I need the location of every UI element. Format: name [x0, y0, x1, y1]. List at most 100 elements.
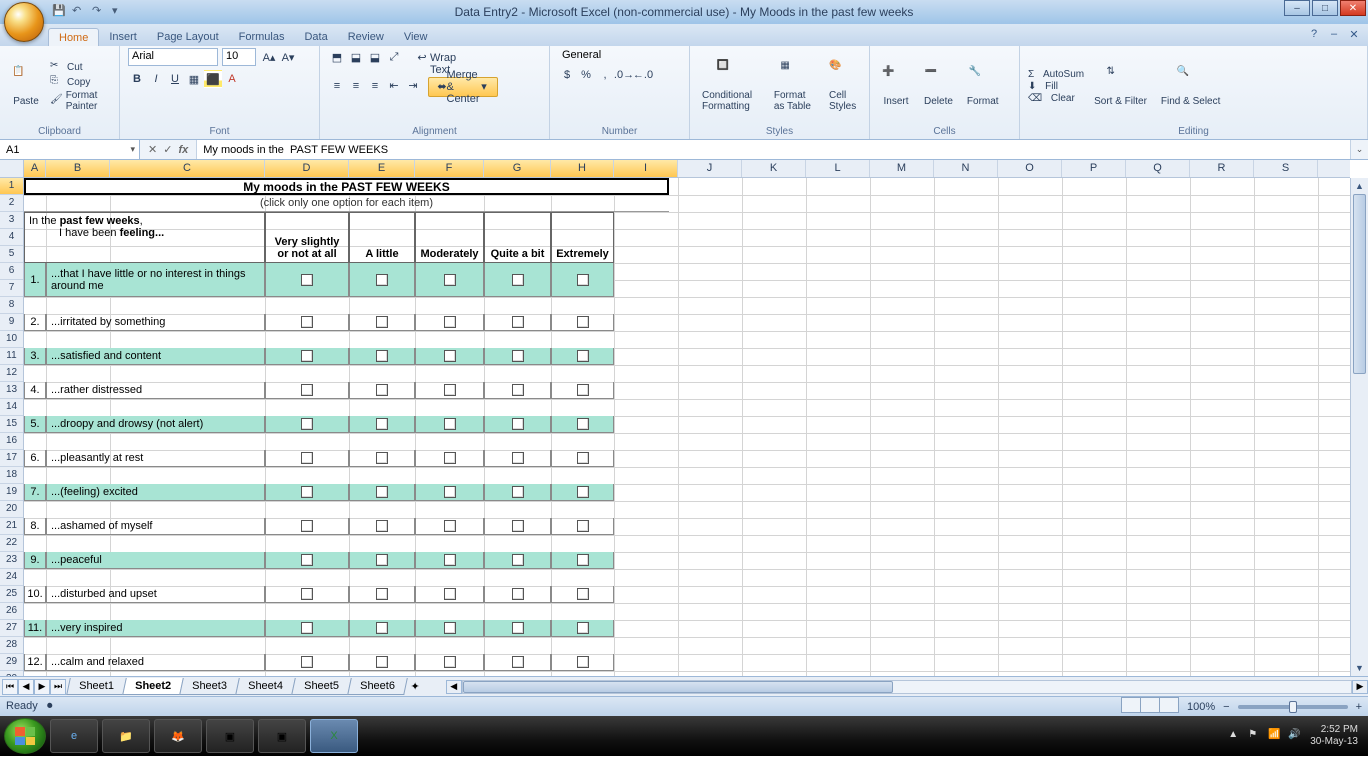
- close-button[interactable]: ✕: [1340, 0, 1366, 16]
- row-header[interactable]: 22: [0, 535, 23, 552]
- question-text[interactable]: ...irritated by something: [46, 314, 265, 331]
- checkbox[interactable]: [444, 588, 456, 600]
- autosum-button[interactable]: Σ AutoSum: [1028, 69, 1084, 80]
- column-header[interactable]: M: [870, 160, 934, 177]
- question-text[interactable]: ...satisfied and content: [46, 348, 265, 365]
- option-cell[interactable]: [349, 654, 415, 671]
- checkbox[interactable]: [376, 622, 388, 634]
- checkbox[interactable]: [577, 274, 589, 286]
- option-cell[interactable]: [265, 654, 349, 671]
- clock[interactable]: 2:52 PM30-May-13: [1310, 724, 1358, 748]
- row-header[interactable]: 29: [0, 654, 23, 671]
- row-header[interactable]: 27: [0, 620, 23, 637]
- formula-input[interactable]: [197, 140, 1350, 159]
- question-text[interactable]: ...calm and relaxed: [46, 654, 265, 671]
- option-cell[interactable]: [551, 654, 614, 671]
- checkbox[interactable]: [301, 588, 313, 600]
- delete-cells-button[interactable]: ➖Delete: [920, 64, 957, 109]
- scale-header[interactable]: A little: [349, 212, 415, 263]
- scroll-down-icon[interactable]: ▼: [1351, 660, 1368, 676]
- option-cell[interactable]: [415, 450, 484, 467]
- question-text[interactable]: ...droopy and drowsy (not alert): [46, 416, 265, 433]
- font-name-select[interactable]: Arial: [128, 48, 218, 66]
- question-text[interactable]: ...rather distressed: [46, 382, 265, 399]
- checkbox[interactable]: [512, 418, 524, 430]
- question-text[interactable]: ...peaceful: [46, 552, 265, 569]
- question-number[interactable]: 3.: [24, 348, 46, 365]
- checkbox[interactable]: [301, 554, 313, 566]
- checkbox[interactable]: [376, 418, 388, 430]
- checkbox[interactable]: [577, 350, 589, 362]
- column-header[interactable]: S: [1254, 160, 1318, 177]
- insert-function-icon[interactable]: fx: [178, 144, 188, 156]
- option-cell[interactable]: [349, 416, 415, 433]
- option-cell[interactable]: [484, 348, 551, 365]
- option-cell[interactable]: [265, 416, 349, 433]
- option-cell[interactable]: [484, 314, 551, 331]
- scroll-up-icon[interactable]: ▲: [1351, 178, 1368, 194]
- column-header[interactable]: E: [349, 160, 415, 177]
- scale-header[interactable]: Very slightlyor not at all: [265, 212, 349, 263]
- align-bottom-icon[interactable]: ⬓: [366, 48, 384, 66]
- column-header[interactable]: D: [265, 160, 349, 177]
- shrink-font-icon[interactable]: A▾: [279, 48, 297, 66]
- sheet-tab[interactable]: Sheet6: [347, 678, 407, 695]
- question-text[interactable]: ...that I have little or no interest in …: [46, 263, 265, 297]
- checkbox[interactable]: [376, 316, 388, 328]
- column-header[interactable]: O: [998, 160, 1062, 177]
- redo-icon[interactable]: ↷: [92, 4, 108, 20]
- option-cell[interactable]: [484, 518, 551, 535]
- maximize-button[interactable]: □: [1312, 0, 1338, 16]
- cut-button[interactable]: Cut: [50, 60, 111, 74]
- option-cell[interactable]: [484, 263, 551, 297]
- scroll-thumb[interactable]: [1353, 194, 1366, 374]
- prev-sheet-icon[interactable]: ◀: [18, 679, 34, 695]
- checkbox[interactable]: [512, 622, 524, 634]
- row-header[interactable]: 2: [0, 195, 23, 212]
- fill-color-button[interactable]: ⬛: [204, 70, 222, 88]
- tab-review[interactable]: Review: [338, 28, 394, 46]
- row-header[interactable]: 19: [0, 484, 23, 501]
- tab-insert[interactable]: Insert: [99, 28, 147, 46]
- scale-header[interactable]: Extremely: [551, 212, 614, 263]
- checkbox[interactable]: [577, 452, 589, 464]
- checkbox[interactable]: [512, 384, 524, 396]
- tab-home[interactable]: Home: [48, 28, 99, 46]
- checkbox[interactable]: [444, 622, 456, 634]
- sheet-tab[interactable]: Sheet1: [66, 678, 126, 695]
- title-cell[interactable]: My moods in the PAST FEW WEEKS: [24, 178, 669, 195]
- checkbox[interactable]: [376, 274, 388, 286]
- start-button[interactable]: [4, 718, 46, 754]
- row-header[interactable]: 14: [0, 399, 23, 416]
- next-sheet-icon[interactable]: ▶: [34, 679, 50, 695]
- increase-decimal-icon[interactable]: .0→: [615, 66, 633, 84]
- checkbox[interactable]: [376, 486, 388, 498]
- checkbox[interactable]: [376, 656, 388, 668]
- first-sheet-icon[interactable]: ⏮: [2, 679, 18, 695]
- zoom-out-button[interactable]: −: [1223, 701, 1229, 713]
- column-header[interactable]: P: [1062, 160, 1126, 177]
- align-middle-icon[interactable]: ⬓: [347, 48, 365, 66]
- row-header[interactable]: 26: [0, 603, 23, 620]
- checkbox[interactable]: [512, 274, 524, 286]
- sheet-tab[interactable]: Sheet3: [179, 678, 239, 695]
- format-cells-button[interactable]: 🔧Format: [963, 64, 1003, 109]
- checkbox[interactable]: [577, 554, 589, 566]
- checkbox[interactable]: [444, 452, 456, 464]
- checkbox[interactable]: [577, 418, 589, 430]
- option-cell[interactable]: [551, 620, 614, 637]
- question-number[interactable]: 11.: [24, 620, 46, 637]
- volume-icon[interactable]: 🔊: [1288, 729, 1302, 743]
- task-app1[interactable]: ▣: [206, 719, 254, 753]
- row-header[interactable]: 4: [0, 229, 23, 246]
- checkbox[interactable]: [301, 520, 313, 532]
- checkbox[interactable]: [512, 656, 524, 668]
- option-cell[interactable]: [551, 586, 614, 603]
- option-cell[interactable]: [265, 382, 349, 399]
- row-header[interactable]: 24: [0, 569, 23, 586]
- office-button[interactable]: [4, 2, 44, 42]
- column-header[interactable]: A: [24, 160, 46, 177]
- scale-header[interactable]: Moderately: [415, 212, 484, 263]
- column-header[interactable]: N: [934, 160, 998, 177]
- option-cell[interactable]: [415, 518, 484, 535]
